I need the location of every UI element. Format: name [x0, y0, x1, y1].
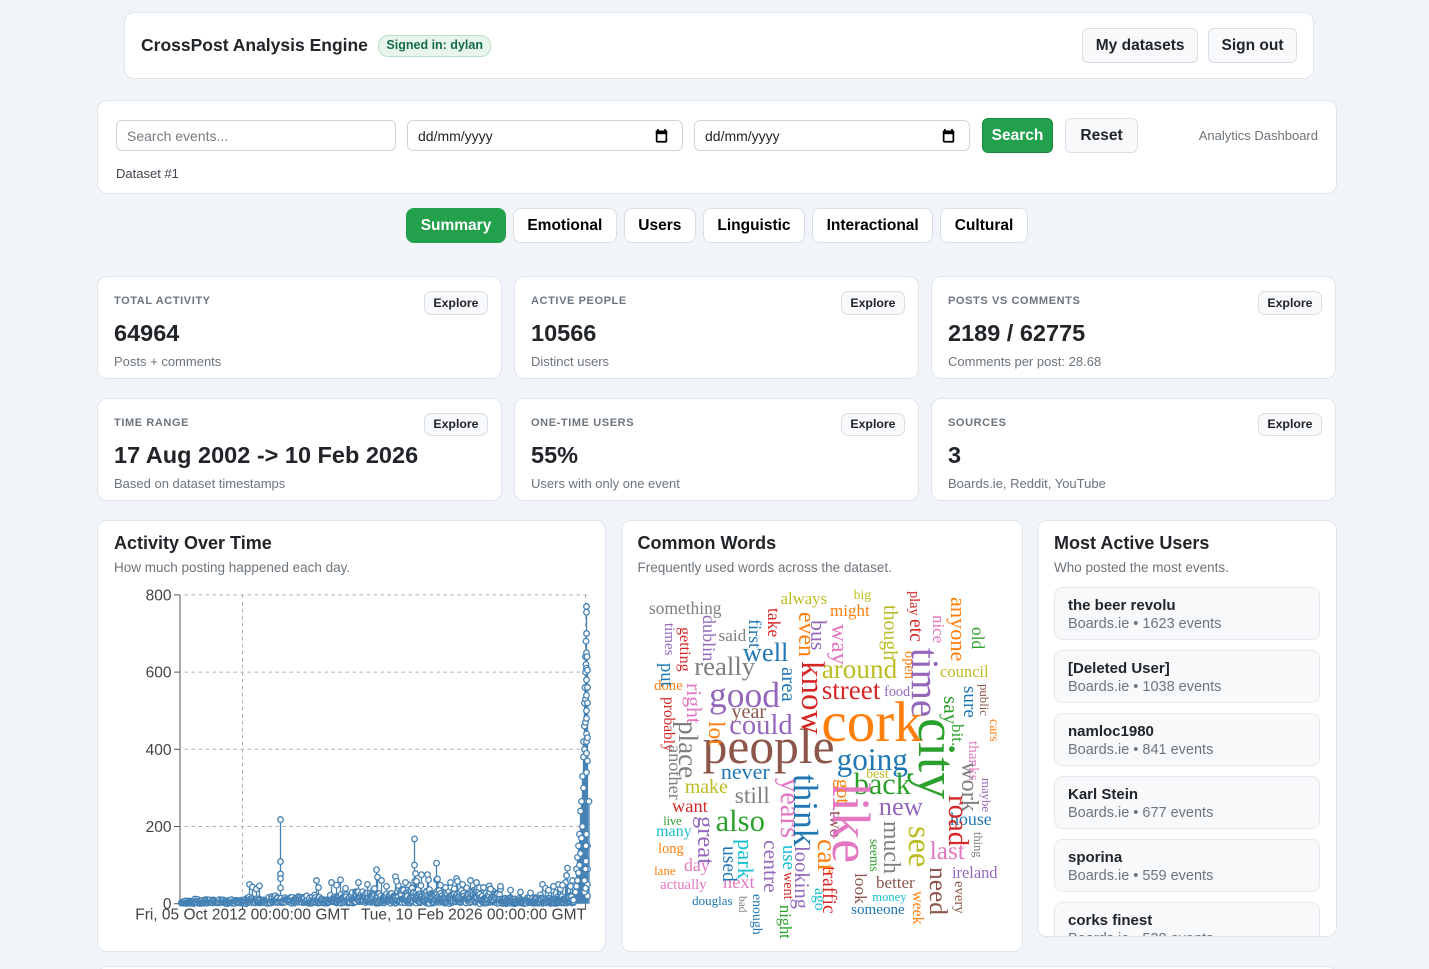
- svg-text:200: 200: [146, 819, 172, 836]
- svg-text:Tue, 10 Feb 2026 00:00:00 GMT: Tue, 10 Feb 2026 00:00:00 GMT: [361, 906, 587, 923]
- svg-text:Fri, 05 Oct 2012 00:00:00 GMT: Fri, 05 Oct 2012 00:00:00 GMT: [135, 906, 350, 923]
- svg-text:600: 600: [146, 664, 172, 681]
- svg-text:400: 400: [146, 741, 172, 758]
- svg-text:800: 800: [146, 587, 172, 604]
